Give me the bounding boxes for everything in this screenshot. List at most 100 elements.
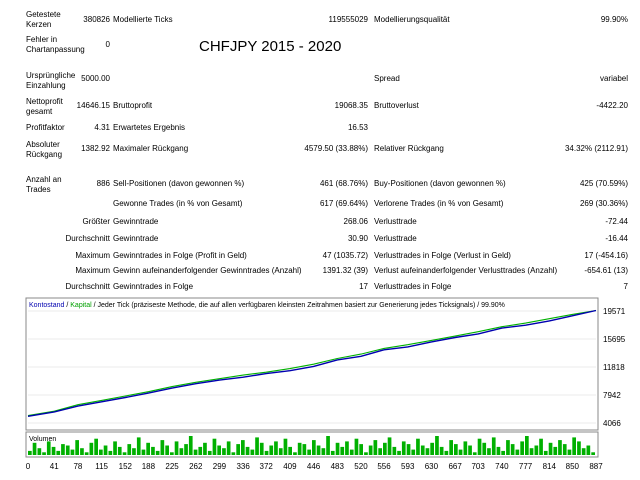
volume-bar: [245, 446, 250, 455]
x-tick-label: 152: [119, 462, 133, 471]
volume-bar: [312, 440, 316, 455]
volume-bar: [141, 449, 146, 455]
volume-bar: [302, 444, 307, 455]
volume-bar: [491, 437, 496, 455]
volume-bar: [425, 448, 430, 455]
x-tick-label: 483: [331, 462, 345, 471]
volume-bar: [591, 452, 595, 455]
volume-bar: [198, 446, 203, 455]
volume-bar: [226, 441, 231, 455]
volume-bar: [127, 444, 132, 455]
volume-bar: [458, 449, 463, 455]
volume-bar: [359, 444, 363, 455]
volume-bar: [368, 445, 373, 455]
volume-bar: [231, 452, 236, 455]
x-tick-label: 0: [26, 462, 31, 471]
x-tick-label: 887: [589, 462, 603, 471]
volume-bar: [567, 449, 572, 455]
volume-bar: [117, 446, 122, 455]
volume-bar: [454, 444, 458, 455]
volume-bar: [56, 450, 61, 455]
volume-bar: [525, 436, 529, 455]
volume-bar: [330, 450, 335, 455]
x-tick-label: 41: [50, 462, 59, 471]
x-tick-label: 372: [260, 462, 274, 471]
volume-bar: [378, 448, 382, 455]
volume-bar: [553, 446, 558, 455]
volume-bar: [383, 442, 387, 455]
x-tick-label: 740: [495, 462, 509, 471]
volume-bar: [113, 441, 117, 455]
volume-bar: [212, 438, 217, 455]
volume-bar: [487, 448, 491, 455]
volume-bar: [274, 441, 278, 455]
x-tick-label: 299: [213, 462, 227, 471]
volume-bar: [46, 441, 51, 455]
volume-bar: [207, 450, 212, 455]
volume-bar: [146, 442, 150, 455]
legend-balance: Kontostand: [29, 302, 65, 309]
legend-description: / Jeder Tick (präziseste Methode, die au…: [92, 302, 505, 309]
volume-bar: [61, 444, 65, 455]
volume-bar: [307, 449, 311, 455]
y-tick-label: 11818: [603, 363, 625, 372]
volume-bar: [430, 442, 434, 455]
volume-bar: [577, 441, 581, 455]
x-tick-label: 188: [142, 462, 156, 471]
volume-bar: [510, 444, 515, 455]
x-tick-label: 446: [307, 462, 321, 471]
x-tick-label: 777: [519, 462, 533, 471]
volume-bar: [562, 444, 567, 455]
volume-bar: [250, 449, 255, 455]
y-tick-label: 15695: [603, 335, 626, 344]
volume-bar: [501, 450, 505, 455]
x-tick-label: 630: [425, 462, 439, 471]
volume-bar: [444, 450, 449, 455]
volume-bar: [468, 445, 472, 455]
volume-bar: [340, 446, 345, 455]
volume-bar: [439, 446, 444, 455]
volume-bar: [349, 449, 354, 455]
volume-bar: [179, 448, 184, 455]
x-tick-label: 115: [95, 462, 108, 471]
volume-bar: [392, 446, 397, 455]
volume-bar: [241, 440, 245, 455]
volume-bar: [411, 449, 416, 455]
volume-bar: [84, 452, 89, 455]
volume-bar: [108, 450, 113, 455]
volume-bar: [217, 445, 221, 455]
volume-bar: [51, 446, 56, 455]
legend-equity: Kapital: [70, 302, 92, 309]
volume-bar: [449, 440, 453, 455]
x-tick-label: 336: [236, 462, 250, 471]
volume-bar: [321, 448, 326, 455]
volume-bar: [364, 452, 368, 455]
volume-bar: [70, 449, 75, 455]
volume-bar: [435, 436, 439, 455]
volume-bar: [529, 448, 534, 455]
volume-bar: [387, 437, 392, 455]
volume-bar: [165, 445, 169, 455]
volume-bar: [401, 441, 406, 455]
x-tick-label: 409: [283, 462, 297, 471]
x-tick-label: 520: [354, 462, 368, 471]
volume-bar: [65, 445, 70, 455]
volume-bar: [160, 440, 165, 455]
volume-bar: [326, 436, 330, 455]
volume-bar: [297, 442, 302, 455]
volume-bar: [293, 452, 297, 455]
volume-bar: [132, 448, 136, 455]
volume-bar: [193, 449, 198, 455]
volume-bar: [151, 446, 155, 455]
x-tick-label: 262: [189, 462, 203, 471]
volume-bar: [188, 436, 193, 455]
x-tick-label: 814: [543, 462, 557, 471]
volume-bar: [269, 445, 274, 455]
volume-bar: [477, 438, 482, 455]
volume-bar: [335, 442, 340, 455]
volume-bar: [472, 452, 477, 455]
x-tick-label: 78: [73, 462, 82, 471]
volume-bar: [259, 442, 264, 455]
volume-bar: [28, 450, 32, 455]
y-tick-label: 19571: [603, 307, 626, 316]
